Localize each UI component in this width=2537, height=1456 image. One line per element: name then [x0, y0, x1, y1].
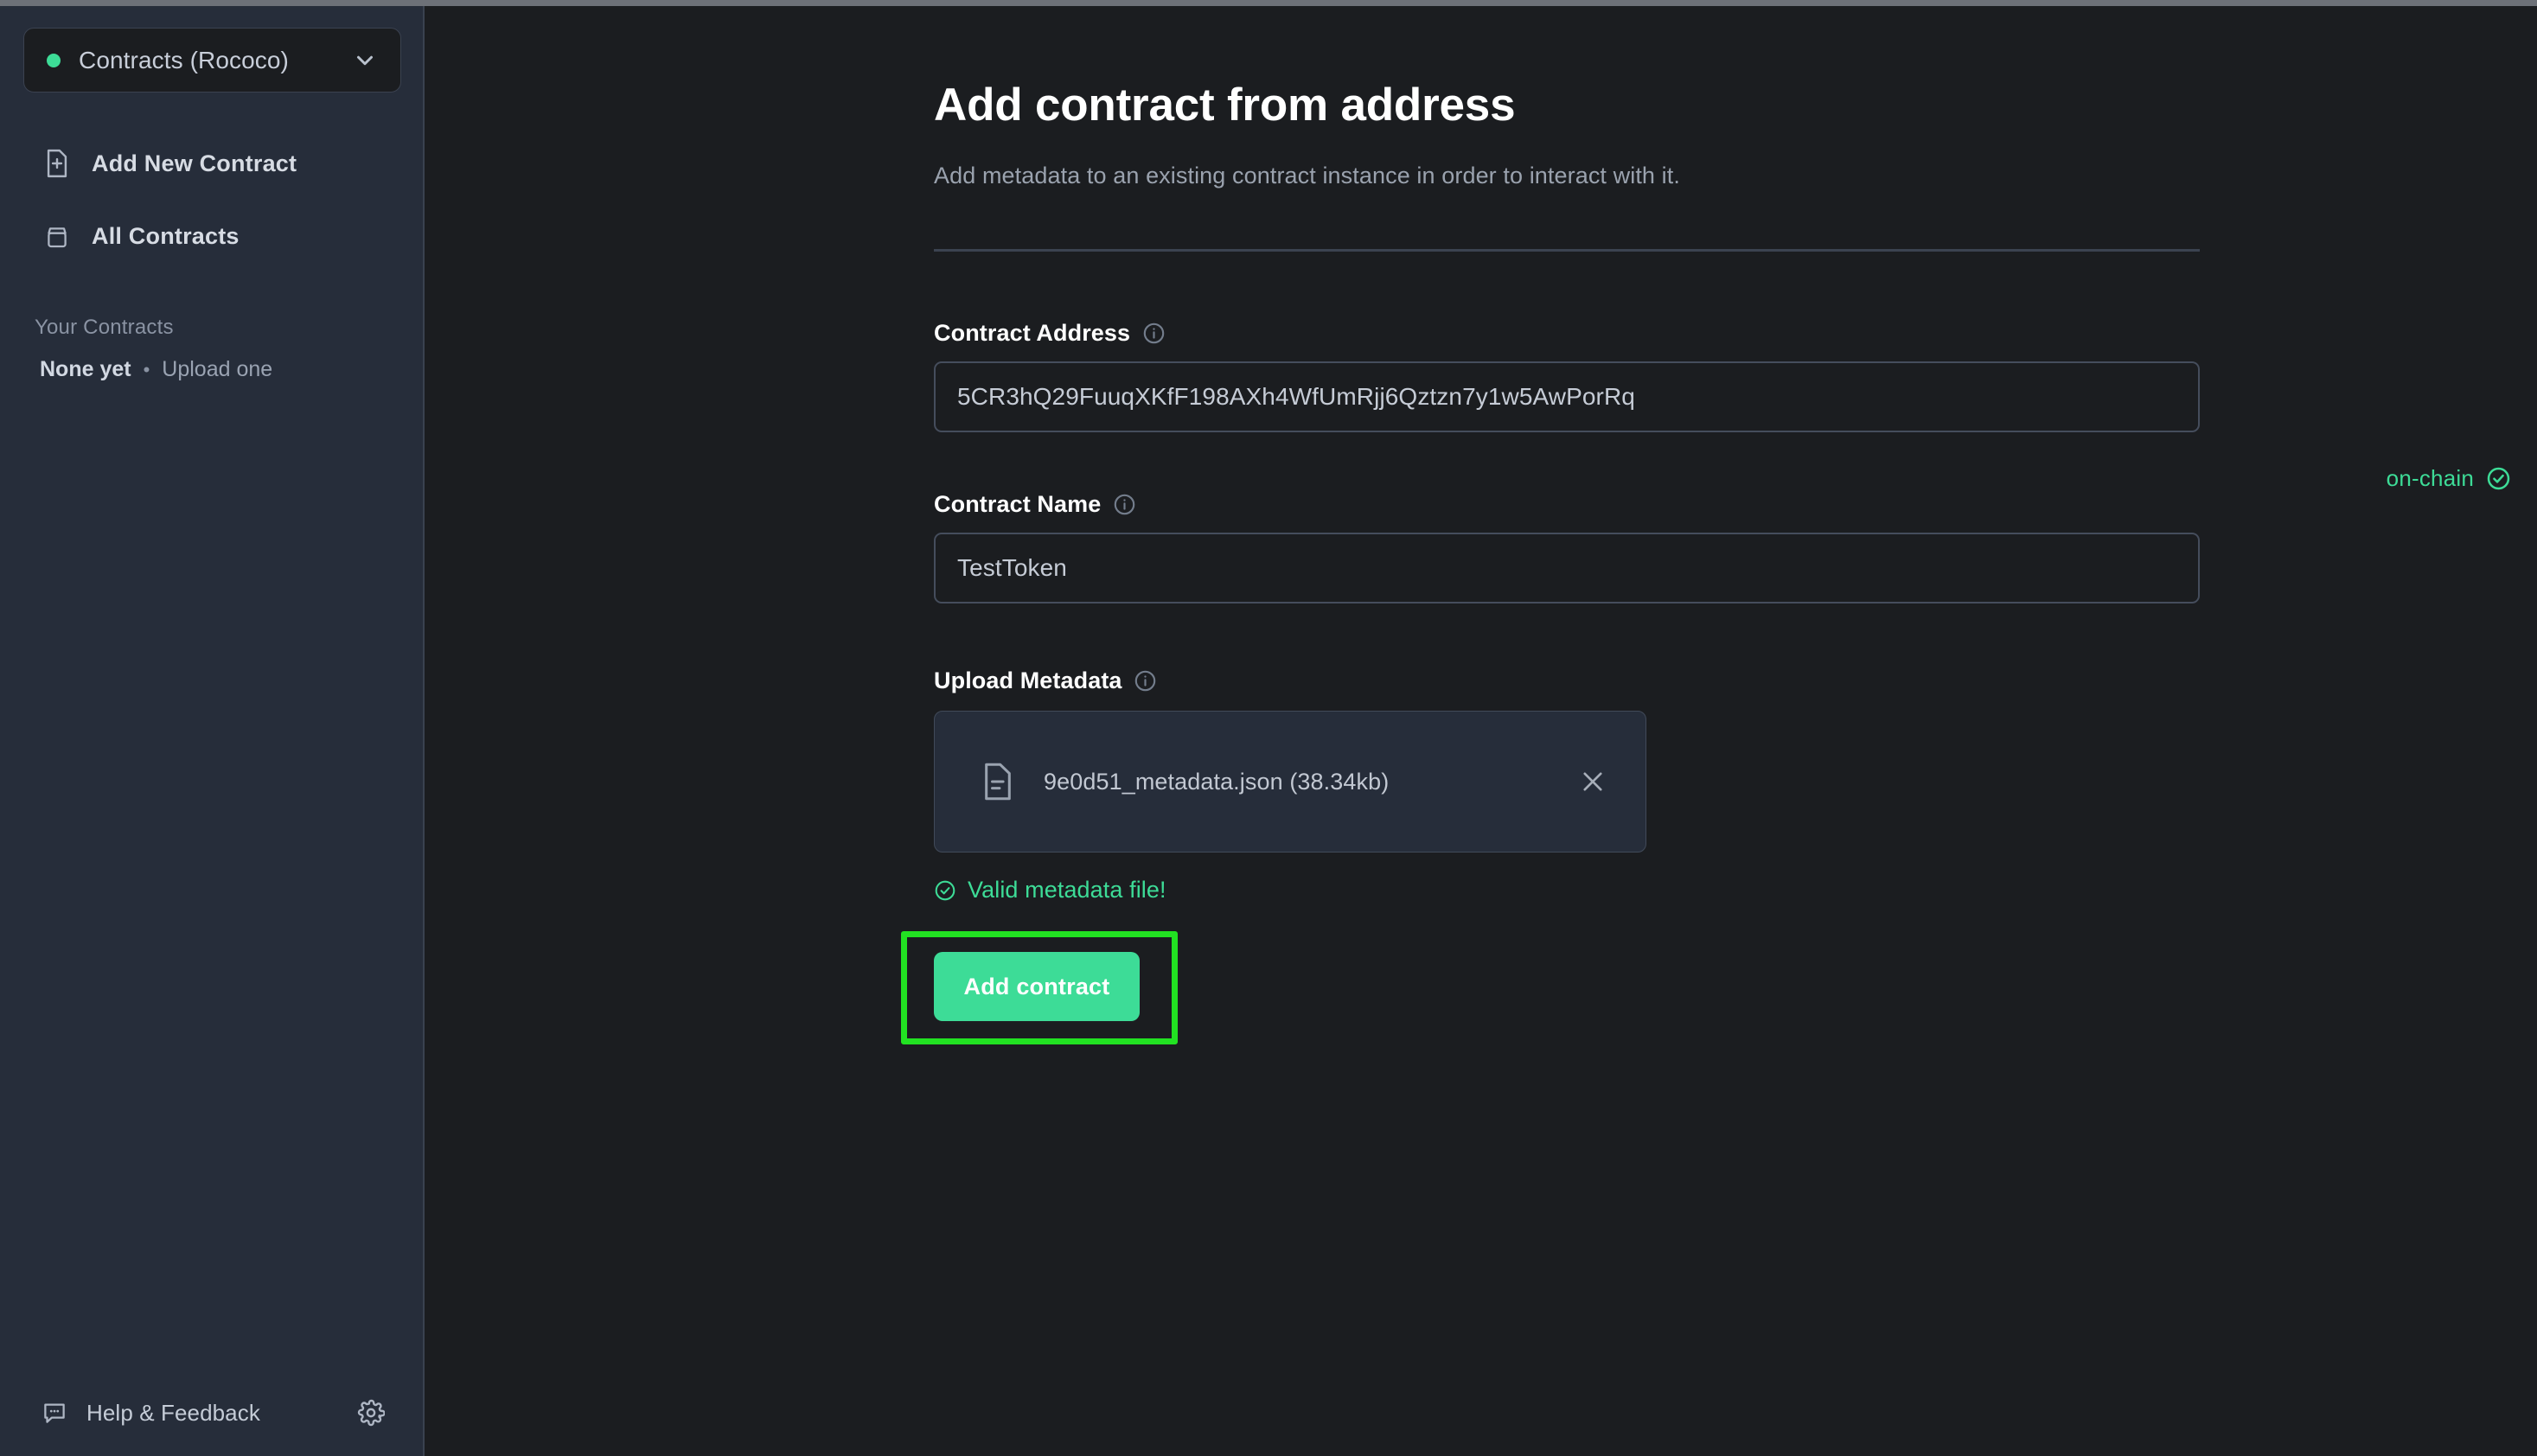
metadata-validation-message: Valid metadata file! [934, 877, 1166, 904]
separator-dot: • [143, 358, 150, 380]
file-text-icon [981, 762, 1014, 801]
sidebar-item-all-contracts[interactable]: All Contracts [0, 210, 423, 262]
info-icon[interactable] [1141, 322, 1166, 346]
info-icon[interactable] [1112, 493, 1136, 517]
file-plus-icon [42, 148, 73, 179]
add-contract-button[interactable]: Add contract [934, 952, 1140, 1021]
metadata-validation-text: Valid metadata file! [968, 877, 1166, 903]
your-contracts-empty-label: None yet [40, 357, 131, 381]
contract-address-label-text: Contract Address [934, 320, 1131, 346]
network-status-dot [47, 53, 61, 67]
upload-one-link[interactable]: Upload one [162, 357, 272, 382]
main-content: Add contract from address Add metadata t… [425, 6, 2537, 1456]
status-badge-label: on-chain [2386, 465, 2474, 491]
contract-address-label: Contract Address [934, 320, 1166, 347]
check-circle-icon [2486, 466, 2511, 491]
window-chrome-strip [0, 0, 2537, 6]
sidebar: Contracts (Rococo) Add New Contract All … [0, 6, 425, 1456]
app-shell: Contracts (Rococo) Add New Contract All … [0, 6, 2537, 1456]
help-and-feedback-button[interactable]: Help & Feedback [42, 1400, 260, 1427]
help-and-feedback-label: Help & Feedback [86, 1399, 260, 1426]
archive-icon [42, 220, 73, 252]
page-subtitle: Add metadata to an existing contract ins… [934, 163, 1680, 188]
header-divider [934, 249, 2200, 252]
network-selector[interactable]: Contracts (Rococo) [23, 28, 401, 93]
your-contracts-section: Your Contracts None yet • Upload one [35, 316, 398, 382]
sidebar-item-label: All Contracts [92, 222, 240, 249]
sidebar-item-add-new-contract[interactable]: Add New Contract [0, 137, 423, 189]
contract-name-label: Contract Name [934, 491, 1136, 518]
network-selector-label: Contracts (Rococo) [79, 46, 289, 73]
sidebar-footer: Help & Feedback [0, 1370, 423, 1456]
uploaded-file-card[interactable]: 9e0d51_metadata.json (38.34kb) [934, 711, 1646, 853]
check-circle-icon [934, 879, 956, 902]
contract-address-input[interactable] [934, 361, 2200, 432]
chevron-down-icon [352, 48, 378, 73]
info-icon[interactable] [1134, 669, 1158, 693]
page-title: Add contract from address [934, 80, 1516, 131]
your-contracts-empty-row: None yet • Upload one [35, 357, 398, 382]
uploaded-file-name: 9e0d51_metadata.json (38.34kb) [1044, 768, 1390, 795]
close-icon[interactable] [1573, 762, 1613, 801]
upload-metadata-label: Upload Metadata [934, 667, 1158, 694]
status-badge: on-chain [2387, 465, 2511, 492]
your-contracts-heading: Your Contracts [35, 316, 174, 339]
sidebar-item-label: Add New Contract [92, 150, 297, 176]
chat-bubble-icon [42, 1400, 67, 1426]
contract-name-label-text: Contract Name [934, 491, 1102, 517]
sidebar-nav: Add New Contract All Contracts [0, 137, 423, 262]
gear-icon[interactable] [357, 1399, 385, 1427]
contract-name-input[interactable] [934, 533, 2200, 603]
upload-metadata-label-text: Upload Metadata [934, 667, 1122, 693]
